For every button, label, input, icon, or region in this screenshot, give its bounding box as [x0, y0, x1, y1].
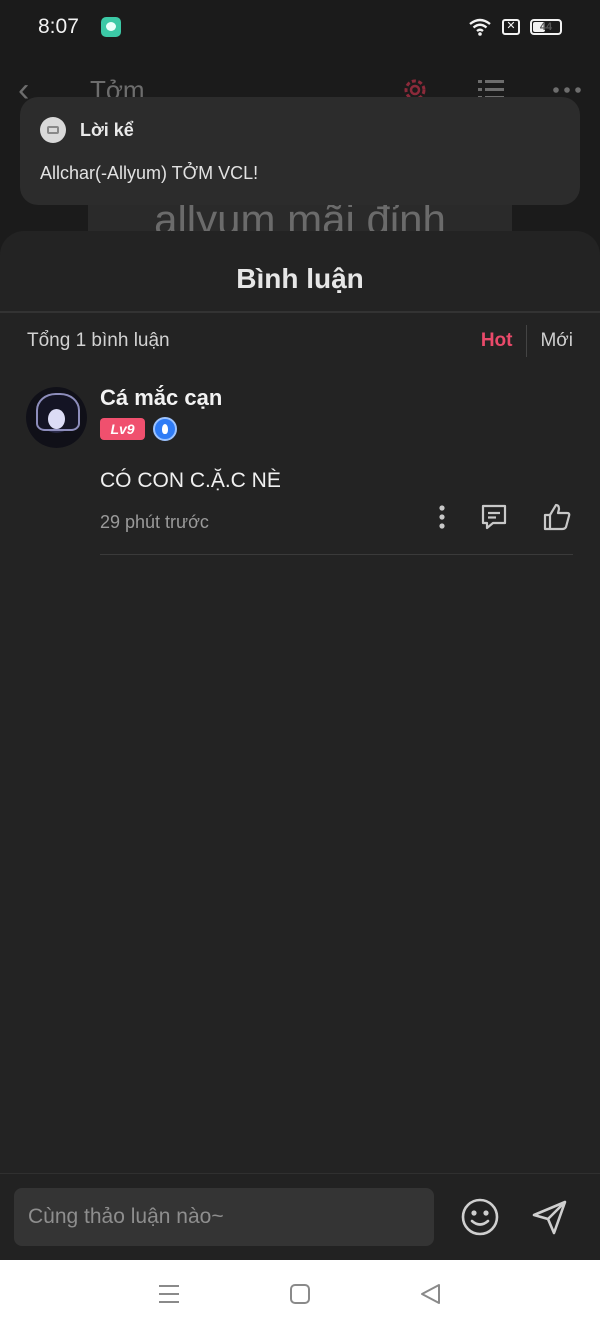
comment-item: Cá mắc cạn Lv9 CÓ CON C.Ặ.C NÈ 29 phút t…	[0, 369, 600, 579]
comment-text: CÓ CON C.Ặ.C NÈ	[100, 469, 281, 492]
like-thumb-icon[interactable]	[542, 502, 572, 532]
wifi-icon	[469, 18, 491, 36]
tab-hot[interactable]: Hot	[481, 330, 527, 352]
user-badges: Lv9	[100, 417, 177, 441]
status-time: 8:07	[38, 15, 79, 38]
comment-divider	[100, 554, 573, 555]
chat-app-notification-icon	[100, 17, 121, 37]
no-sim-icon: ✕	[502, 19, 520, 35]
comment-timestamp: 29 phút trước	[100, 512, 209, 532]
status-icons: ✕ 44	[468, 18, 562, 36]
send-icon[interactable]	[530, 1197, 570, 1237]
notification-header: Lời kể	[40, 117, 560, 143]
tab-newest[interactable]: Mới	[527, 330, 573, 352]
input-actions	[460, 1197, 586, 1237]
more-options-icon[interactable]	[552, 85, 582, 95]
battery-level: 44	[539, 21, 553, 33]
more-vertical-icon[interactable]	[438, 504, 446, 530]
comment-filter-row: Tổng 1 bình luận Hot Mới	[0, 313, 600, 369]
comment-username[interactable]: Cá mắc cạn	[100, 385, 222, 411]
level-badge: Lv9	[100, 418, 145, 440]
message-icon	[40, 117, 66, 143]
comment-count: Tổng 1 bình luận	[27, 330, 170, 351]
sheet-title: Bình luận	[236, 263, 364, 294]
battery-icon: 44	[530, 19, 562, 35]
comments-sheet: Bình luận Tổng 1 bình luận Hot Mới Cá mắ…	[0, 231, 600, 1260]
avatar[interactable]	[26, 387, 87, 448]
reply-comment-icon[interactable]	[480, 503, 508, 531]
emoji-icon[interactable]	[460, 1197, 500, 1237]
recent-apps-icon[interactable]	[157, 1283, 181, 1310]
comment-input-bar	[0, 1173, 600, 1260]
back-icon[interactable]	[419, 1283, 443, 1310]
comment-actions	[438, 502, 572, 532]
notification-body: Allchar(-Allyum) TỞM VCL!	[40, 163, 259, 183]
sort-tabs: Hot Mới	[481, 325, 573, 357]
status-bar: 8:07 ✕ 44	[0, 0, 600, 54]
notification-title: Lời kể	[80, 119, 134, 140]
system-nav-bar	[0, 1260, 600, 1333]
notification-banner[interactable]: Lời kể Allchar(-Allyum) TỞM VCL!	[20, 97, 580, 205]
home-icon[interactable]	[289, 1283, 311, 1310]
comment-input[interactable]	[14, 1188, 434, 1246]
verified-badge-icon	[153, 417, 177, 441]
